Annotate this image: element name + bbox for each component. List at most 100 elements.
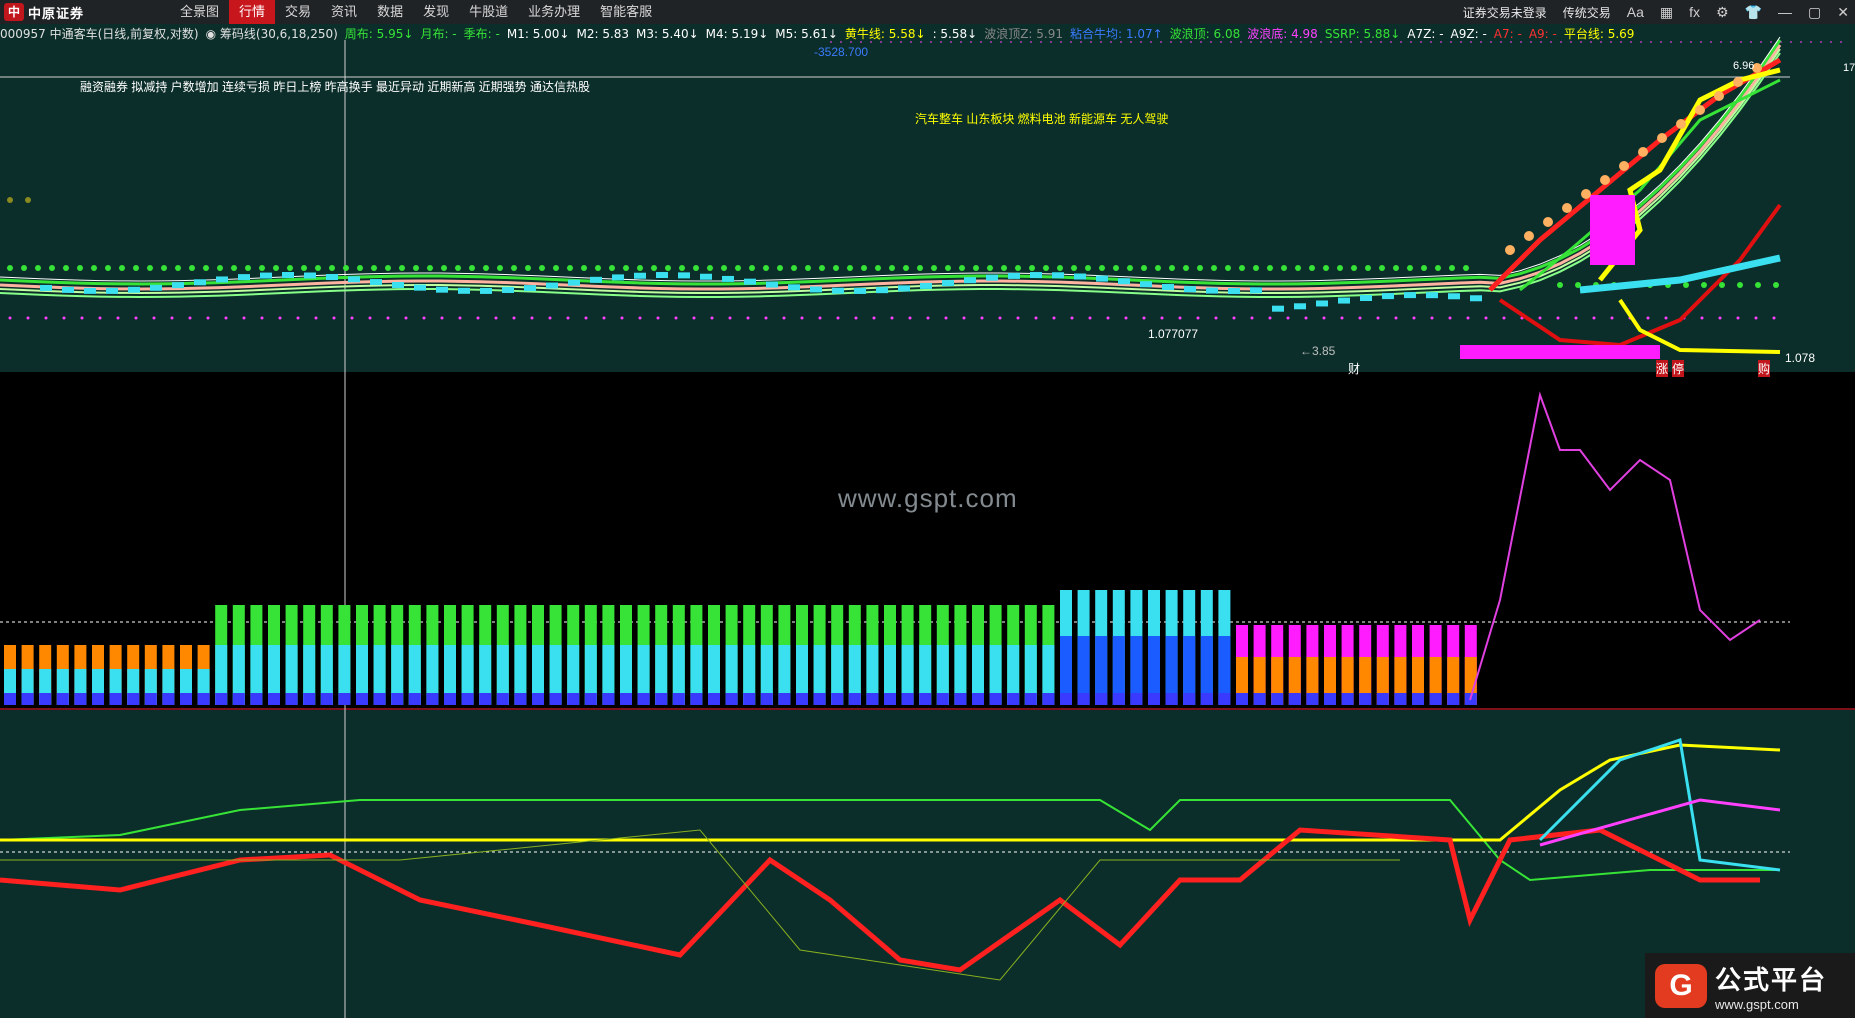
hand-marker-icon [1619,161,1629,171]
signal-dot [1267,265,1273,271]
signal-dot [189,265,195,271]
signal-dot [224,316,228,320]
signal-dot [917,265,923,271]
candle [546,282,558,289]
event-mark-limit-up[interactable]: 涨 [1656,360,1669,377]
signal-dot [623,265,629,271]
signal-dot [497,265,503,271]
chip-bar [1341,693,1354,705]
chip-bar [1112,693,1125,705]
signal-dot [458,316,462,320]
signal-dot [602,316,606,320]
candle [1316,300,1328,307]
signal-dot [511,265,517,271]
chip-bar [901,693,914,705]
signal-dot [1574,316,1578,320]
chip-bar [496,693,509,705]
signal-dot [1250,316,1254,320]
candle [612,274,624,281]
signal-dot [903,265,909,271]
signal-dot [386,316,390,320]
signal-dot [1556,316,1560,320]
signal-dot [245,265,251,271]
hand-marker-icon [1562,203,1572,213]
signal-dot [1365,265,1371,271]
signal-dot [399,265,405,271]
chip-bar [338,693,351,705]
candle [986,274,998,281]
chip-bar [127,693,140,705]
signal-dot [287,265,293,271]
signal-dot [1015,265,1021,271]
signal-dot [1737,282,1743,288]
price-label-1078: 1.078 [1785,351,1816,365]
chip-bar [180,693,192,705]
signal-dot [1448,316,1452,320]
signal-dot [1214,316,1218,320]
signal-dot [584,316,588,320]
candle [568,279,580,286]
candle [1228,287,1240,294]
signal-dot [1412,316,1416,320]
candle [370,279,382,286]
candle [920,282,932,289]
chip-bar [1060,693,1072,705]
candle [1272,305,1284,312]
signal-dot [371,265,377,271]
chip-bar [813,693,826,705]
chip-bar [936,693,949,705]
signal-dot [777,265,783,271]
signal-dot [1085,265,1091,271]
signal-dot [872,316,876,320]
signal-dot [35,265,41,271]
signal-dot [1141,265,1147,271]
signal-dot [1610,316,1614,320]
chip-bar [655,693,668,705]
signal-dot [665,265,671,271]
chip-bar [162,693,175,705]
candle [1338,297,1350,304]
chip-bar [1288,693,1301,705]
signal-dot [427,265,433,271]
signal-dot [693,265,699,271]
candle [1426,292,1438,299]
signal-dot [217,265,223,271]
signal-dot [1502,316,1506,320]
signal-dot [875,265,881,271]
brand-url: www.gspt.com [1715,996,1799,1012]
chip-bar [1253,693,1266,705]
chip-bar [1376,693,1389,705]
candle [392,281,404,288]
signal-dot [80,316,84,320]
chip-bar [760,693,773,705]
chip-bar [109,693,122,705]
signal-dot [944,316,948,320]
brand-logo-icon: G [1655,963,1707,1008]
signal-dot [7,265,13,271]
candle [172,282,184,289]
signal-dot [314,316,318,320]
chip-bar [356,693,368,705]
signal-dot [553,265,559,271]
event-mark-buy[interactable]: 购 [1758,360,1771,377]
brand-text-block: 公式平台 www.gspt.com [1715,960,1827,1012]
candle [1294,303,1306,310]
chip-bar [56,693,69,705]
event-mark-limit-up-2[interactable]: 停 [1672,360,1685,377]
candle [810,286,822,293]
signal-dot [764,316,768,320]
signal-dot [1268,316,1272,320]
signal-dot [1124,316,1128,320]
event-mark-finance[interactable]: 财 [1348,360,1360,377]
signal-dot [7,197,13,203]
candle [436,286,448,293]
hand-marker-icon [1543,217,1553,227]
signal-dot [1754,316,1758,320]
chip-bar [215,693,228,705]
signal-dot [1029,265,1035,271]
brand-name: 公式平台 [1715,964,1828,995]
chip-bar [637,693,650,705]
candle [1096,275,1108,282]
candle [722,275,734,282]
signal-dot [791,265,797,271]
